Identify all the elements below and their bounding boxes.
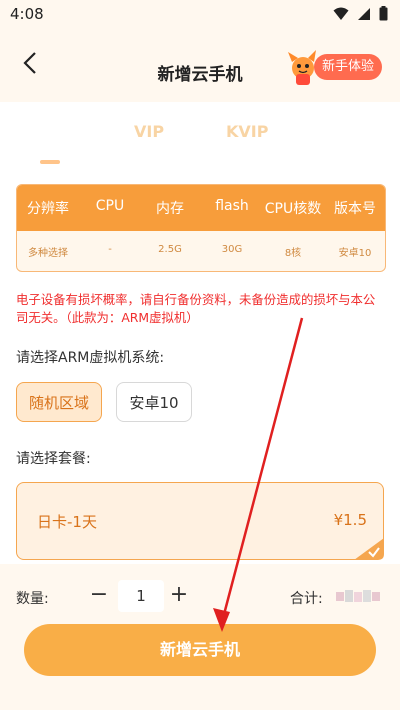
spec-value-cpu: - [108,244,112,255]
check-icon [354,538,384,560]
total-amount-redacted [336,590,380,602]
spec-header-version: 版本号 [334,201,376,217]
tab-vip[interactable]: VIP [134,122,164,141]
spec-header-memory: 内存 [156,201,184,217]
system-section-label: 请选择ARM虚拟机系统: [16,350,165,366]
system-option-android10[interactable]: 安卓10 [116,382,192,422]
header: 新增云手机 新手体验 [0,28,400,98]
spec-header-cpu: CPU [95,198,125,214]
spec-value-cpu-cores: 8核 [284,248,302,259]
spec-header-cpu-cores: CPU核数 [264,201,322,217]
spec-table: 分辨率 CPU 内存 flash CPU核数 版本号 多种选择 - 2.5G 3… [16,184,386,272]
spec-header-resolution: 分辨率 [27,201,69,217]
spec-table-row: 多种选择 - 2.5G 30G 8核 安卓10 [17,231,385,271]
status-icons [333,6,388,21]
quantity-increase-button[interactable]: + [168,582,190,608]
damage-warning-text: 电子设备有损坏概率，请自行备份资料，未备份造成的损坏与本公司无关。（此款为：AR… [16,292,376,325]
status-bar: 4:08 [0,0,400,28]
spec-value-flash: 30G [221,244,243,255]
package-option-day-card[interactable]: 日卡-1天 ¥1.5 [16,482,384,560]
package-section-label: 请选择套餐: [16,451,91,467]
spec-value-version: 安卓10 [338,248,372,259]
battery-icon [379,6,388,21]
new-user-trial-button[interactable]: 新手体验 [314,54,382,80]
spec-value-memory: 2.5G [158,244,182,255]
status-time: 4:08 [10,5,44,23]
spec-table-header: 分辨率 CPU 内存 flash CPU核数 版本号 [17,185,385,231]
tab-kvip[interactable]: KVIP [226,122,268,141]
package-price: ¥1.5 [333,511,367,529]
add-cloud-phone-button[interactable]: 新增云手机 [24,624,376,676]
spec-header-flash: flash [215,198,249,214]
wifi-icon [333,7,349,20]
quantity-input[interactable] [118,580,164,612]
signal-icon [358,7,370,20]
spec-value-resolution: 多种选择 [28,248,68,259]
package-name: 日卡-1天 [37,513,97,531]
quantity-decrease-button[interactable]: − [88,582,110,608]
system-option-random-region[interactable]: 随机区域 [16,382,102,422]
total-label: 合计: [290,591,323,607]
quantity-label: 数量: [16,591,49,607]
tab-bar: VIP KVIP [0,102,400,164]
